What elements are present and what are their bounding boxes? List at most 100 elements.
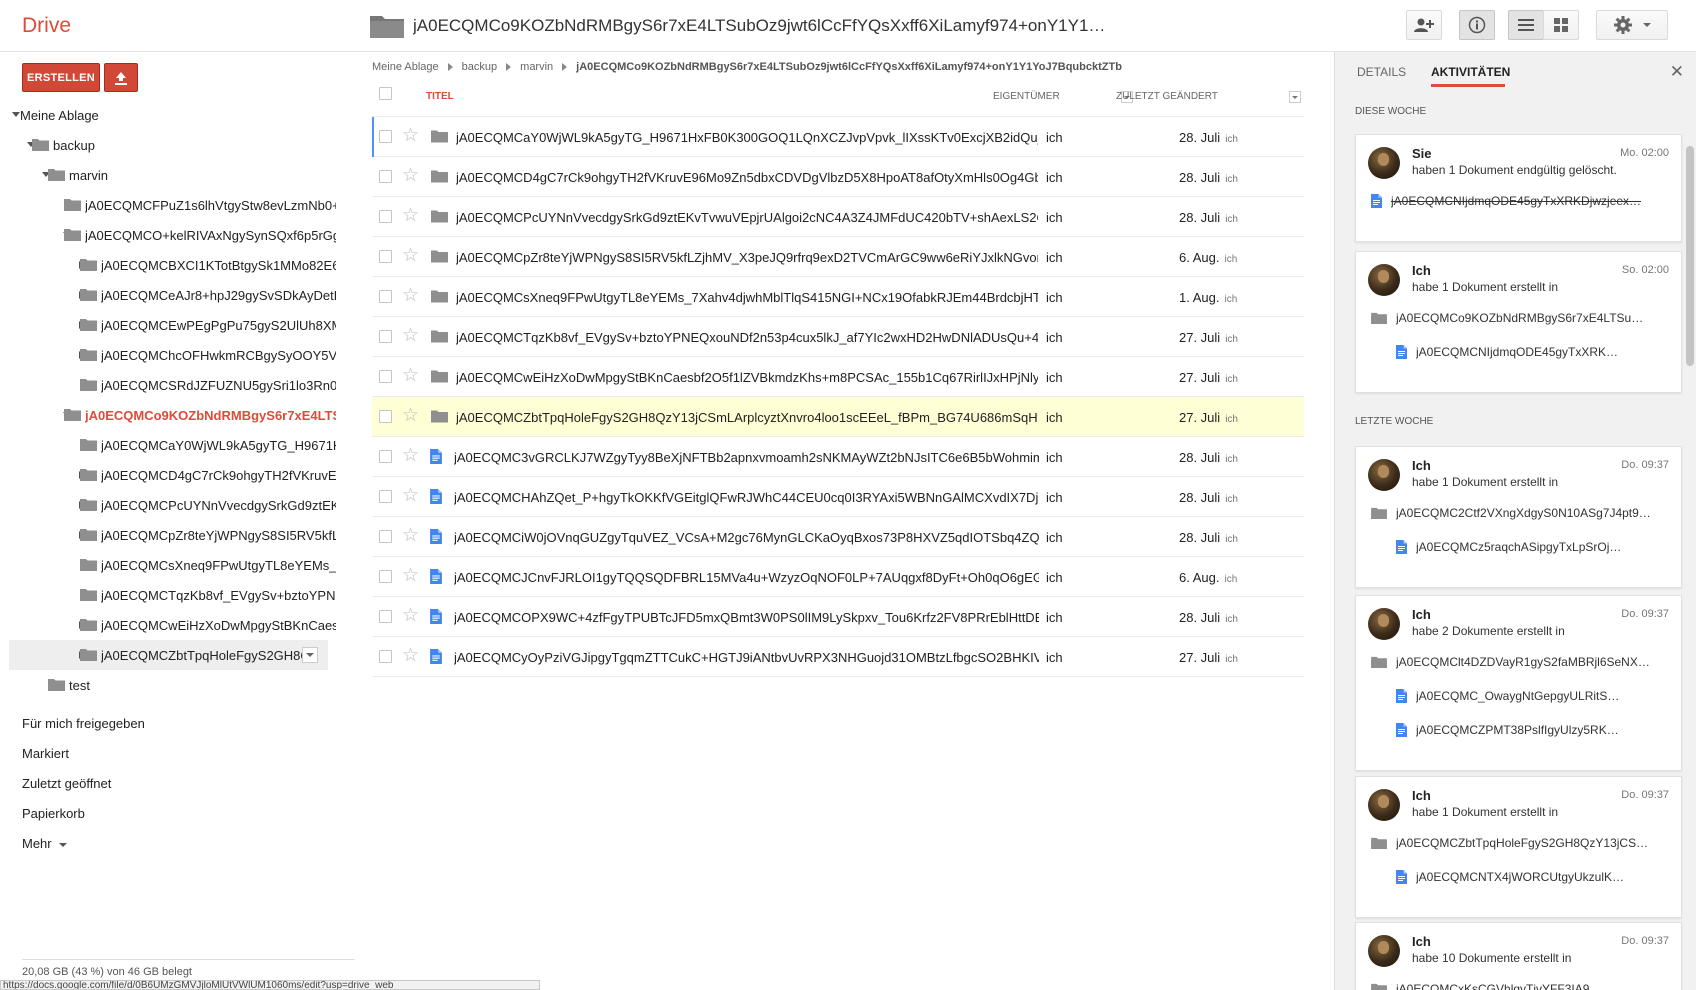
tree-item[interactable]: jA0ECQMCZbtTpqHoleFgyS2GH8QzY1	[9, 640, 328, 670]
tree-item[interactable]: jA0ECQMCEwPEgPgPu75gyS2UlUh8XMiL	[0, 310, 356, 340]
activity-item[interactable]: jA0ECQMCNIjdmqODE45gyTxXRK…	[1396, 342, 1666, 362]
file-name[interactable]: jA0ECQMC3vGRCLKJ7WZgyTyy8BeXjNFTBb2apnxv…	[454, 450, 1039, 465]
activity-item[interactable]: jA0ECQMC_OwaygNtGepgyULRitS…	[1396, 686, 1666, 706]
drive-logo[interactable]: Drive	[22, 14, 71, 38]
tree-item[interactable]: marvin	[0, 160, 356, 190]
star-icon[interactable]: ☆	[402, 486, 419, 506]
row-checkbox[interactable]	[379, 170, 392, 183]
activity-item[interactable]: jA0ECQMCZbtTpqHoleFgyS2GH8QzY13jCS…	[1371, 833, 1666, 853]
list-view-button[interactable]	[1508, 10, 1544, 40]
activity-item[interactable]: jA0ECQMCZPMT38PslfIgyUlzy5RK…	[1396, 720, 1666, 740]
star-icon[interactable]: ☆	[402, 166, 419, 186]
table-row[interactable]: ☆ jA0ECQMC3vGRCLKJ7WZgyTyy8BeXjNFTBb2apnx…	[372, 437, 1304, 477]
tree-item[interactable]: jA0ECQMCD4gC7rCk9ohgyTH2fVKruvE96I	[0, 460, 356, 490]
star-icon[interactable]: ☆	[402, 246, 419, 266]
table-row[interactable]: ☆ jA0ECQMCHAhZQet_P+hgyTkOKKfVGEitglQFwRJ…	[372, 477, 1304, 517]
star-icon[interactable]: ☆	[402, 126, 419, 146]
tree-item[interactable]: jA0ECQMCeAJr8+hpJ29gySvSDkAyDetK0(	[0, 280, 356, 310]
file-name[interactable]: jA0ECQMCpZr8teYjWPNgyS8SI5RV5kfLZjhMV_X3…	[456, 250, 1038, 265]
nav-recent[interactable]: Zuletzt geöffnet	[22, 776, 111, 791]
tree-item[interactable]: jA0ECQMCBXCI1KTotBtgySk1MMo82E6XC	[0, 250, 356, 280]
table-row[interactable]: ☆ jA0ECQMCJCnvFJRLOI1gyTQQSQDFBRL15MVa4u+…	[372, 557, 1304, 597]
file-name[interactable]: jA0ECQMCwEiHzXoDwMpgyStBKnCaesbf2O5f1lZV…	[456, 370, 1038, 385]
tree-item[interactable]: Meine Ablage	[0, 100, 356, 130]
activity-item[interactable]: jA0ECQMCNTX4jWORCUtgyUkzulK…	[1396, 867, 1666, 887]
star-icon[interactable]: ☆	[402, 326, 419, 346]
tab-activity[interactable]: AKTIVITÄTEN	[1431, 65, 1510, 79]
tree-item[interactable]: jA0ECQMCsXneq9FPwUtgyTL8eYEMs_7X	[0, 550, 356, 580]
table-row[interactable]: ☆ jA0ECQMCaY0WjWL9kA5gyTG_H9671HxFB0K300G…	[372, 117, 1304, 157]
star-icon[interactable]: ☆	[402, 406, 419, 426]
row-checkbox[interactable]	[379, 570, 392, 583]
row-checkbox[interactable]	[379, 250, 392, 263]
close-icon[interactable]: ✕	[1670, 62, 1684, 82]
file-name[interactable]: jA0ECQMCPcUYNnVvecdgySrkGd9ztEKvTvwuVEpj…	[456, 210, 1038, 225]
panel-scrollbar[interactable]	[1686, 92, 1694, 990]
nav-trash[interactable]: Papierkorb	[22, 806, 85, 821]
file-name[interactable]: jA0ECQMCJCnvFJRLOI1gyTQQSQDFBRL15MVa4u+W…	[454, 570, 1039, 585]
tree-item[interactable]: backup	[0, 130, 356, 160]
grid-view-button[interactable]	[1543, 10, 1579, 40]
row-checkbox[interactable]	[379, 370, 392, 383]
table-row[interactable]: ☆ jA0ECQMCyOyPziVGJipgyTgqmZTTCukC+HGTJ9i…	[372, 637, 1304, 677]
tree-item[interactable]: test	[0, 670, 356, 700]
tree-item[interactable]: jA0ECQMCaY0WjWL9kA5gyTG_H9671HxI	[0, 430, 356, 460]
column-title[interactable]: TITEL	[426, 91, 454, 102]
create-button[interactable]: ERSTELLEN	[22, 63, 100, 92]
select-all-checkbox[interactable]	[379, 87, 392, 100]
file-name[interactable]: jA0ECQMCTqzKb8vf_EVgySv+bztoYPNEQxouNDf2…	[456, 330, 1038, 345]
table-row[interactable]: ☆ jA0ECQMCiW0jOVnqGUZgyTquVEZ_VCsA+M2gc76…	[372, 517, 1304, 557]
file-name[interactable]: jA0ECQMCiW0jOVnqGUZgyTquVEZ_VCsA+M2gc76M…	[454, 530, 1039, 545]
nav-more[interactable]: Mehr	[22, 836, 68, 851]
tree-item[interactable]: jA0ECQMChcOFHwkmRCBgySyOOY5VYl	[0, 340, 356, 370]
settings-button[interactable]	[1596, 10, 1668, 40]
activity-item[interactable]: jA0ECQMClt4DZDVayR1gyS2faMBRjl6SeNX…	[1371, 652, 1666, 672]
nav-starred[interactable]: Markiert	[22, 746, 69, 761]
table-row[interactable]: ☆ jA0ECQMCD4gC7rCk9ohgyTH2fVKruvE96Mo9Zn5…	[372, 157, 1304, 197]
file-name[interactable]: jA0ECQMCHAhZQet_P+hgyTkOKKfVGEitglQFwRJW…	[454, 490, 1039, 505]
tree-item[interactable]: jA0ECQMCO+kelRIVAxNgySynSQxf6p5rGgk(	[0, 220, 356, 250]
activity-item[interactable]: jA0ECQMC2Ctf2VXngXdgyS0N10ASg7J4pt9…	[1371, 503, 1666, 523]
star-icon[interactable]: ☆	[402, 446, 419, 466]
row-checkbox[interactable]	[379, 290, 392, 303]
item-options-dropdown[interactable]	[302, 647, 318, 663]
file-name[interactable]: jA0ECQMCsXneq9FPwUtgyTL8eYEMs_7Xahv4djwh…	[456, 290, 1038, 305]
row-checkbox[interactable]	[379, 410, 392, 423]
table-row[interactable]: ☆ jA0ECQMCZbtTpqHoleFgyS2GH8QzY13jCSmLArp…	[372, 397, 1304, 437]
row-checkbox[interactable]	[379, 210, 392, 223]
modified-sort-dropdown[interactable]	[1289, 91, 1301, 103]
tab-details[interactable]: DETAILS	[1357, 65, 1406, 79]
tree-item[interactable]: jA0ECQMCPcUYNnVvecdgySrkGd9ztEKvT	[0, 490, 356, 520]
tree-item[interactable]: jA0ECQMCSRdJZFUZNU5gySri1lo3Rn0Tq	[0, 370, 356, 400]
expand-twisty-icon[interactable]	[12, 112, 20, 117]
column-owner[interactable]: EIGENTÜMER	[993, 91, 1060, 102]
row-checkbox[interactable]	[379, 330, 392, 343]
table-row[interactable]: ☆ jA0ECQMCPcUYNnVvecdgySrkGd9ztEKvTvwuVEp…	[372, 197, 1304, 237]
breadcrumb-item[interactable]: marvin	[520, 61, 553, 73]
row-checkbox[interactable]	[379, 650, 392, 663]
row-checkbox[interactable]	[379, 450, 392, 463]
breadcrumb-item[interactable]: backup	[462, 61, 497, 73]
row-checkbox[interactable]	[379, 130, 392, 143]
file-name[interactable]: jA0ECQMCOPX9WC+4zfFgyTPUBTcJFD5mxQBmt3W0…	[454, 610, 1039, 625]
tree-item[interactable]: jA0ECQMCpZr8teYjWPNgyS8SI5RV5kfLZjl	[0, 520, 356, 550]
share-button[interactable]	[1406, 10, 1442, 40]
table-row[interactable]: ☆ jA0ECQMCOPX9WC+4zfFgyTPUBTcJFD5mxQBmt3W…	[372, 597, 1304, 637]
nav-shared-with-me[interactable]: Für mich freigegeben	[22, 716, 145, 731]
row-checkbox[interactable]	[379, 610, 392, 623]
table-row[interactable]: ☆ jA0ECQMCsXneq9FPwUtgyTL8eYEMs_7Xahv4djw…	[372, 277, 1304, 317]
column-modified[interactable]: ZULETZT GEÄNDERT	[1116, 91, 1218, 102]
tree-item[interactable]: jA0ECQMCTqzKb8vf_EVgySv+bztoYPNEQ	[0, 580, 356, 610]
star-icon[interactable]: ☆	[402, 606, 419, 626]
star-icon[interactable]: ☆	[402, 286, 419, 306]
upload-button[interactable]	[104, 63, 138, 92]
activity-item[interactable]: jA0ECQMCxKsCGVhlgyTjvYFF3IA9…	[1371, 979, 1666, 990]
row-checkbox[interactable]	[379, 490, 392, 503]
file-name[interactable]: jA0ECQMCaY0WjWL9kA5gyTG_H9671HxFB0K300GO…	[456, 130, 1038, 145]
breadcrumb-item[interactable]: Meine Ablage	[372, 61, 439, 73]
scrollbar-thumb[interactable]	[1686, 146, 1694, 366]
star-icon[interactable]: ☆	[402, 526, 419, 546]
star-icon[interactable]: ☆	[402, 566, 419, 586]
tree-item[interactable]: jA0ECQMCwEiHzXoDwMpgyStBKnCaesbf2	[0, 610, 356, 640]
table-row[interactable]: ☆ jA0ECQMCTqzKb8vf_EVgySv+bztoYPNEQxouNDf…	[372, 317, 1304, 357]
